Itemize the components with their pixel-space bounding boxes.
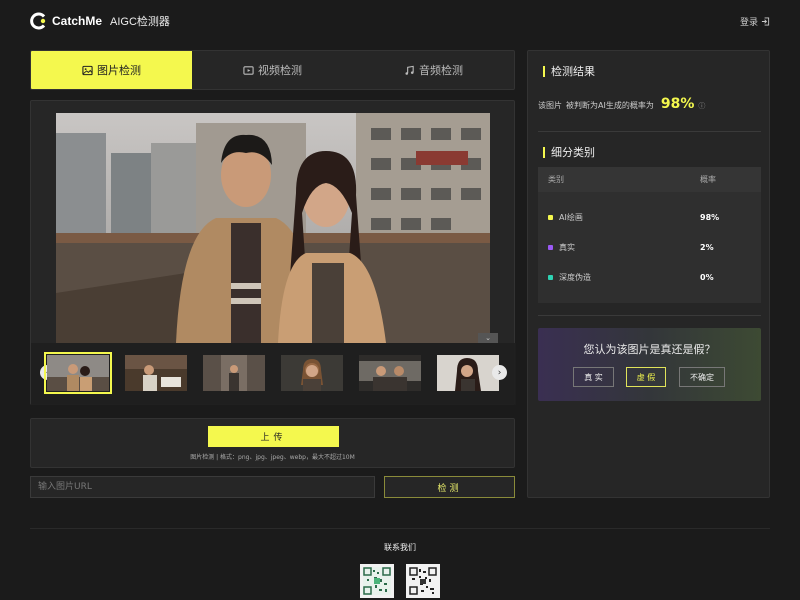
upload-hint: 图片检测 | 格式：png、jpg、jpeg、webp，最大不超过10M xyxy=(190,454,355,461)
video-icon xyxy=(243,65,254,75)
breakdown-title: 细分类别 xyxy=(543,144,595,160)
category-table: 类别 概率 AI绘画 98% 真实 2% 深度伪造 0% xyxy=(538,167,761,303)
tab-label: 音频检测 xyxy=(419,64,463,77)
category-name: AI绘画 xyxy=(559,212,583,222)
thumbnail-3[interactable] xyxy=(203,355,265,391)
title-accent-bar xyxy=(543,146,545,158)
image-url-input[interactable] xyxy=(30,476,375,498)
logo-c-icon xyxy=(30,12,48,30)
footer-divider xyxy=(30,528,770,529)
tab-audio-detection[interactable]: 音频检测 xyxy=(353,51,514,89)
tab-label: 图片检测 xyxy=(97,64,141,77)
login-label: 登录 xyxy=(739,18,758,28)
header: CatchMe AIGC检测器 登录 xyxy=(0,0,800,44)
ai-probability-line: 该图片 被判断为AI生成的概率为 98% ⓘ xyxy=(538,96,705,112)
thumbnail-2[interactable] xyxy=(125,355,187,391)
unsure-button[interactable]: 不确定 xyxy=(679,367,725,387)
chevron-down-icon: ⌄ xyxy=(485,334,491,342)
legend-dot xyxy=(548,244,553,250)
real-button[interactable]: 真 实 xyxy=(573,367,614,387)
tab-image-detection[interactable]: 图片检测 xyxy=(31,51,192,89)
divider xyxy=(538,315,761,316)
contact-us: 联系我们 xyxy=(384,543,416,552)
tab-label: 视频检测 xyxy=(258,64,302,77)
image-preview-panel: ⌄ ‹ › xyxy=(30,100,516,405)
detect-button[interactable]: 检测 xyxy=(384,476,515,498)
fake-button[interactable]: 虚 假 xyxy=(626,367,666,387)
category-value: 98% xyxy=(700,212,720,222)
table-row: 深度伪造 0% xyxy=(538,269,761,285)
table-row: 真实 2% xyxy=(538,239,761,255)
category-value: 2% xyxy=(700,242,714,252)
thumbnail-4[interactable] xyxy=(281,355,343,391)
upload-button[interactable]: 上传 xyxy=(208,426,339,447)
detection-tabs: 图片检测 视频检测 音频检测 xyxy=(30,50,515,90)
divider xyxy=(538,131,761,132)
breakdown-title-text: 细分类别 xyxy=(551,146,595,159)
brand-subtitle: AIGC检测器 xyxy=(110,16,170,28)
brand-name: CatchMe xyxy=(52,14,103,28)
next-arrow-button[interactable]: › xyxy=(492,365,507,380)
results-title: 检测结果 xyxy=(543,63,595,79)
thumbnail-1[interactable] xyxy=(44,352,112,394)
preview-image xyxy=(56,113,490,343)
table-row: AI绘画 98% xyxy=(538,209,761,225)
legend-dot xyxy=(548,214,553,220)
qr-code xyxy=(406,564,440,598)
result-verdict: 被判断为AI生成的概率为 xyxy=(566,101,654,110)
title-accent-bar xyxy=(543,65,545,77)
column-category: 类别 xyxy=(548,175,564,184)
music-icon xyxy=(405,65,414,75)
category-name: 深度伪造 xyxy=(559,272,591,282)
tab-video-detection[interactable]: 视频检测 xyxy=(192,51,353,89)
login-icon xyxy=(761,17,770,26)
thumbnail-5[interactable] xyxy=(359,355,421,391)
table-header: 类别 概率 xyxy=(538,167,761,192)
logo[interactable]: CatchMe AIGC检测器 xyxy=(30,12,170,30)
image-icon xyxy=(82,65,93,75)
category-name: 真实 xyxy=(559,242,575,252)
category-value: 0% xyxy=(700,272,714,282)
upload-panel: 上传 图片检测 | 格式：png、jpg、jpeg、webp，最大不超过10M xyxy=(30,418,515,468)
column-probability: 概率 xyxy=(700,175,716,184)
info-icon[interactable]: ⓘ xyxy=(698,101,705,111)
legend-dot xyxy=(548,274,553,280)
thumbnail-6[interactable] xyxy=(437,355,499,391)
collapse-thumbnails-button[interactable]: ⌄ xyxy=(478,333,498,343)
login-button[interactable]: 登录 xyxy=(740,15,770,28)
feedback-card: 您认为该图片是真还是假？ 真 实 虚 假 不确定 xyxy=(538,328,761,401)
qr-code-wechat xyxy=(360,564,394,598)
result-subject: 该图片 xyxy=(538,101,562,110)
chevron-right-icon: › xyxy=(497,367,502,378)
thumbnail-strip: ‹ › xyxy=(31,343,516,405)
ai-probability-value: 98% xyxy=(660,96,695,112)
feedback-question: 您认为该图片是真还是假？ xyxy=(583,343,716,356)
results-title-text: 检测结果 xyxy=(551,65,595,78)
results-panel: 检测结果 该图片 被判断为AI生成的概率为 98% ⓘ 细分类别 类别 概率 A… xyxy=(527,50,770,498)
